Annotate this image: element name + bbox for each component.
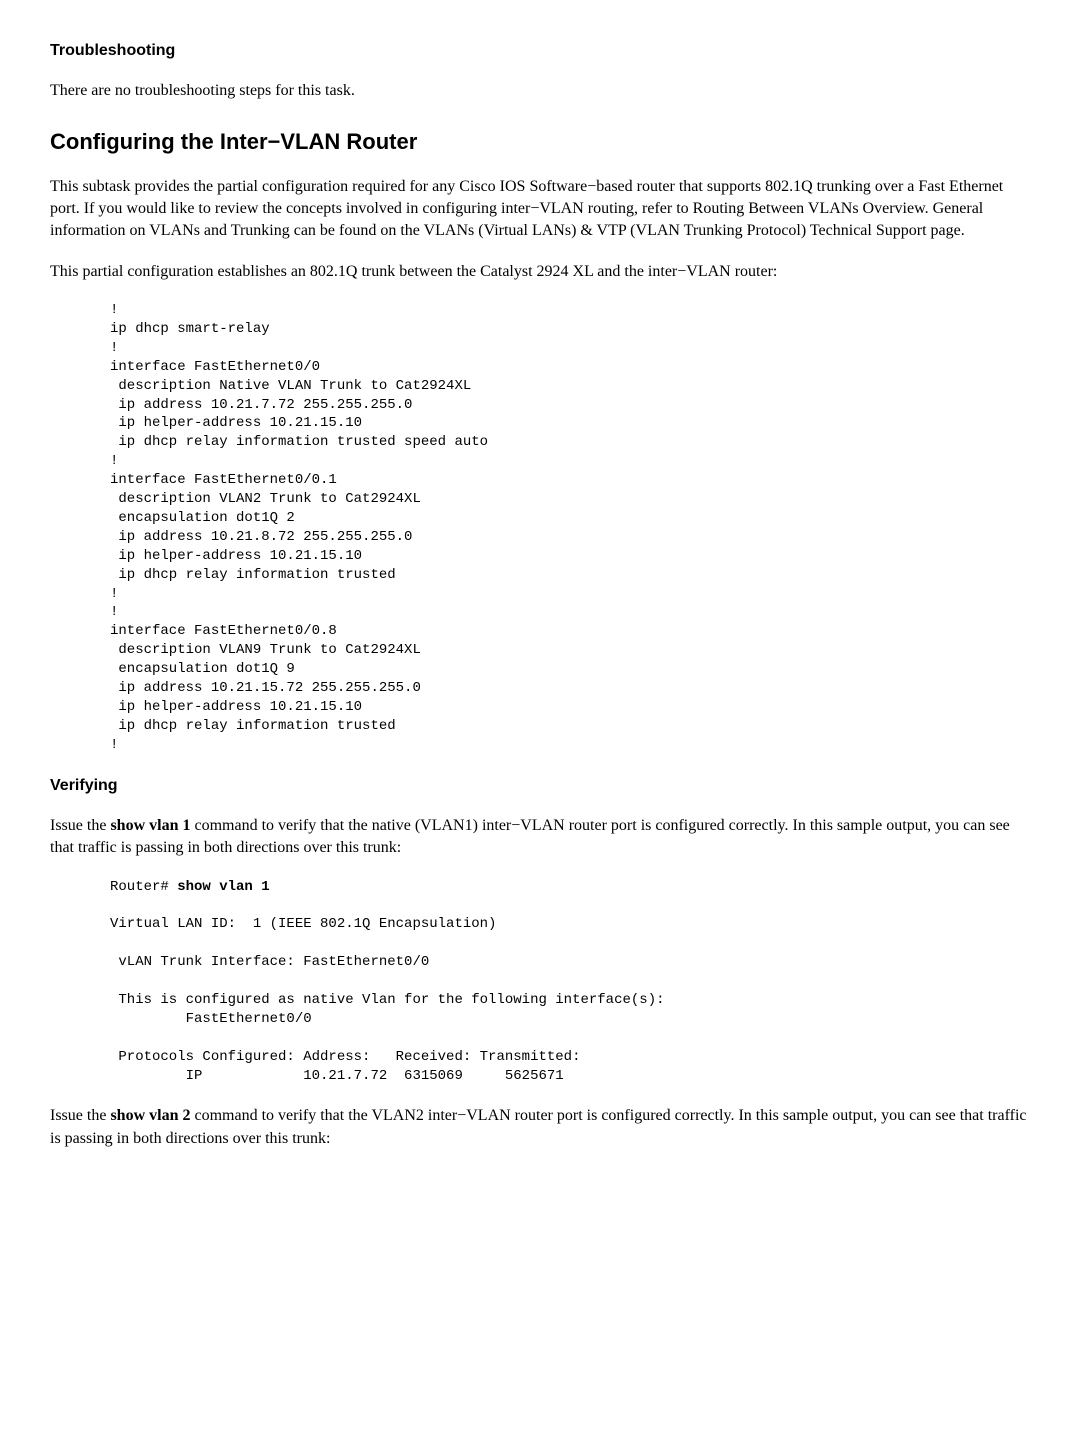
- router-config-code: ! ip dhcp smart-relay ! interface FastEt…: [110, 301, 1030, 754]
- show-vlan1-body: Virtual LAN ID: 1 (IEEE 802.1Q Encapsula…: [110, 916, 665, 1083]
- show-vlan1-output: Router# show vlan 1 Virtual LAN ID: 1 (I…: [110, 878, 1030, 1086]
- verify-vlan1-text: Issue the show vlan 1 command to verify …: [50, 815, 1030, 860]
- show-vlan1-prompt: Router#: [110, 879, 177, 895]
- configuring-heading: Configuring the Inter−VLAN Router: [50, 127, 1030, 158]
- verify-vlan1-b: command to verify that the native (VLAN1…: [50, 817, 1010, 856]
- verifying-heading: Verifying: [50, 775, 1030, 797]
- verify-vlan2-cmd: show vlan 2: [110, 1107, 190, 1124]
- no-troubleshooting-text: There are no troubleshooting steps for t…: [50, 80, 1030, 102]
- verify-vlan1-cmd: show vlan 1: [110, 817, 190, 834]
- show-vlan1-cmd: show vlan 1: [177, 879, 269, 895]
- verify-vlan1-a: Issue the: [50, 817, 110, 834]
- verify-vlan2-b: command to verify that the VLAN2 inter−V…: [50, 1107, 1027, 1146]
- verify-vlan2-text: Issue the show vlan 2 command to verify …: [50, 1105, 1030, 1150]
- verify-vlan2-a: Issue the: [50, 1107, 110, 1124]
- partial-config-text: This partial configuration establishes a…: [50, 261, 1030, 283]
- troubleshooting-heading: Troubleshooting: [50, 40, 1030, 62]
- subtask-intro-text: This subtask provides the partial config…: [50, 176, 1030, 243]
